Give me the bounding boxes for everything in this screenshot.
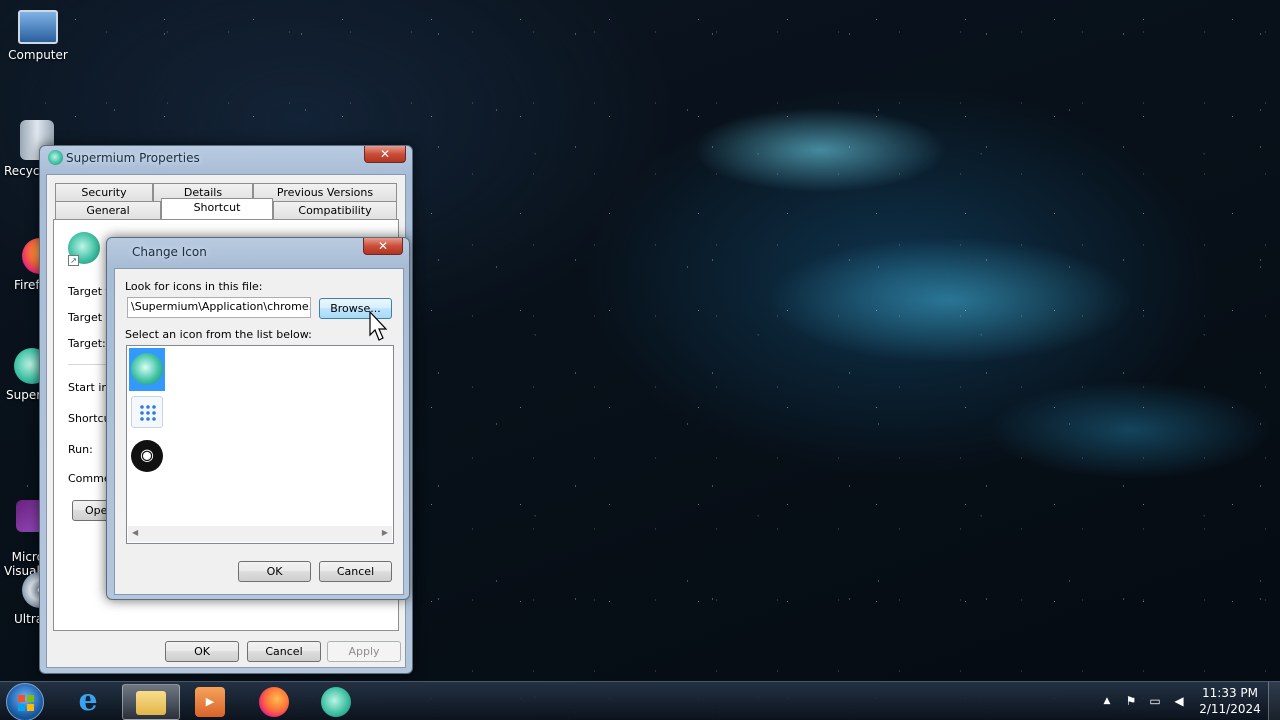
horizontal-scrollbar[interactable]: ◀ ▶ [128, 526, 392, 542]
shortcut-arrow-icon: ↗ [68, 255, 79, 266]
tab-general[interactable]: General [55, 201, 161, 219]
icon-list-item[interactable] [131, 396, 163, 428]
cancel-button[interactable]: Cancel [319, 561, 392, 582]
show-hidden-icons-arrow-icon[interactable]: ▲ [1100, 694, 1114, 708]
supermium-icon [321, 687, 351, 717]
app-grid-icon [139, 404, 156, 421]
tab-compatibility[interactable]: Compatibility [273, 201, 397, 219]
taskbar-supermium[interactable] [308, 684, 366, 720]
dialog-title: Change Icon [132, 245, 207, 259]
show-desktop-button[interactable] [1268, 682, 1280, 720]
supermium-icon [48, 150, 63, 165]
incognito-icon: ◉ [131, 440, 163, 472]
folder-icon [136, 691, 166, 715]
internet-explorer-icon: e [78, 683, 98, 718]
supermium-icon [131, 353, 163, 385]
taskbar: e ▶ ▲ ⚑ ▭ ◀ 11:33 PM 2/11/2024 [0, 681, 1280, 720]
taskbar-file-explorer[interactable] [122, 684, 180, 720]
tab-previous-versions[interactable]: Previous Versions [253, 183, 397, 201]
window-title: Supermium Properties [66, 151, 200, 165]
volume-muted-icon[interactable]: ◀ [1172, 694, 1186, 708]
clock[interactable]: 11:33 PM 2/11/2024 [1196, 685, 1264, 717]
change-icon-client: Look for icons in this file: \Supermium\… [114, 268, 404, 595]
firefox-icon [259, 687, 289, 717]
clock-date: 2/11/2024 [1199, 702, 1261, 716]
icon-list-item-selected[interactable] [129, 348, 165, 391]
clock-time: 11:33 PM [1202, 686, 1258, 700]
tab-security[interactable]: Security [55, 183, 153, 201]
desktop-icon-label: Firef [14, 278, 40, 292]
windows-logo-icon [18, 695, 34, 711]
scroll-right-arrow-icon[interactable]: ▶ [382, 528, 388, 537]
computer-icon [18, 10, 58, 44]
icon-list[interactable]: ◉ ◀ ▶ [126, 345, 394, 544]
taskbar-firefox[interactable] [246, 684, 304, 720]
desktop-icon-computer[interactable]: Computer [0, 10, 76, 62]
look-for-icons-label: Look for icons in this file: [125, 280, 263, 293]
start-button[interactable] [6, 683, 44, 720]
cancel-button[interactable]: Cancel [247, 641, 321, 662]
icon-list-item[interactable]: ◉ [130, 439, 164, 473]
apply-button: Apply [327, 641, 401, 662]
action-center-flag-icon[interactable]: ⚑ [1124, 694, 1138, 708]
supermium-shortcut-icon: ↗ [68, 232, 100, 266]
ok-button[interactable]: OK [238, 561, 311, 582]
title-bar[interactable]: Change Icon ✕ [107, 238, 409, 262]
title-bar[interactable]: Supermium Properties ✕ [40, 146, 412, 170]
scroll-left-arrow-icon[interactable]: ◀ [132, 528, 138, 537]
ok-button[interactable]: OK [165, 641, 239, 662]
mouse-cursor-icon [369, 311, 388, 341]
media-player-icon: ▶ [195, 687, 225, 717]
close-button[interactable]: ✕ [363, 238, 403, 255]
desktop-icon-label: Computer [8, 48, 68, 62]
taskbar-internet-explorer[interactable]: e [60, 684, 118, 720]
change-icon-dialog: Change Icon ✕ Look for icons in this fil… [106, 237, 410, 600]
network-icon[interactable]: ▭ [1148, 694, 1162, 708]
close-button[interactable]: ✕ [364, 146, 406, 163]
run-label: Run: [68, 443, 93, 456]
target-label: Target: [68, 337, 106, 350]
taskbar-media-player[interactable]: ▶ [182, 684, 240, 720]
select-icon-label: Select an icon from the list below: [125, 328, 312, 341]
desktop-icon-label: Recycl [4, 164, 43, 178]
tab-shortcut[interactable]: Shortcut [161, 198, 273, 219]
icon-file-path-field[interactable]: \Supermium\Application\chrome.exe [127, 297, 311, 318]
